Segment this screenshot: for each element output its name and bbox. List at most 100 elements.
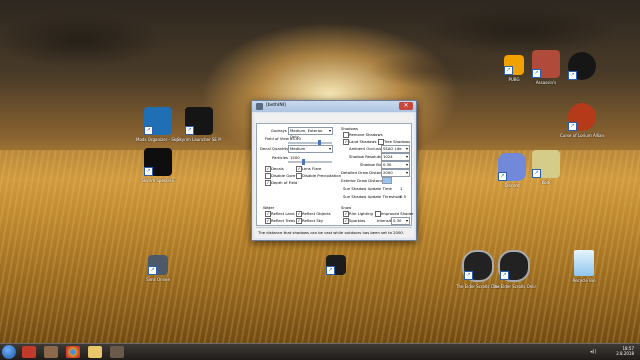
shortcut-arrow-icon: ↗	[532, 169, 541, 178]
desktop-icon-sims[interactable]: ↗ Sims Online	[136, 255, 180, 282]
clock-date: 2.8.2018	[616, 351, 634, 356]
disable-precipitation-label: Disable Precipitation	[302, 173, 342, 178]
app-icon	[256, 103, 263, 110]
tab-strip: SetupBasicGeneralGameplayInterfaceDetail…	[256, 115, 414, 151]
shortcut-arrow-icon: ↗	[498, 172, 507, 181]
game-icon: ↗	[326, 255, 346, 275]
discord-icon: ↗	[498, 153, 526, 181]
shadow-resolution-label: Shadow Resolution	[349, 154, 386, 159]
shortcut-arrow-icon: ↗	[568, 122, 577, 131]
shortcut-arrow-icon: ↗	[464, 271, 473, 280]
taskbar-app-bethini[interactable]	[110, 346, 124, 358]
depth-of-field-label: Depth of Field	[271, 180, 298, 185]
godrays-label: Godrays	[271, 128, 287, 133]
desktop-icon-game[interactable]: ↗	[314, 255, 358, 277]
desktop-icon-skyrim-launcher[interactable]: ↗ Skyrim Launcher SE Mods	[177, 107, 221, 142]
desktop-icon-label: Mods Organizer - Skyrim	[136, 137, 180, 142]
desktop-icon-kodi[interactable]: ↗ Kodi	[524, 150, 568, 185]
lens-flare-label: Lens Flare	[302, 166, 322, 171]
fov-slider[interactable]	[288, 140, 332, 146]
decal-label: Decal Quantity	[260, 146, 289, 151]
reflect-sky-label: Reflect Sky	[302, 218, 324, 223]
improved-shader-label: Improved Shader	[381, 211, 414, 216]
desktop-icon-mod-organizer[interactable]: ↗ Mods Organizer - Skyrim	[136, 107, 180, 142]
desktop-icon-recycle-bin[interactable]: Recycle Bin	[562, 250, 606, 283]
particles-value: 1500	[290, 155, 300, 160]
rim-lighting-label: Rim Lighting	[349, 211, 373, 216]
wolf-icon: ↗	[568, 52, 596, 80]
assassins-icon: ↗	[532, 50, 560, 78]
shortcut-arrow-icon: ↗	[568, 71, 577, 80]
eso-icon: ↗	[462, 250, 494, 282]
window-title: [bethINI]	[266, 103, 286, 108]
decal-select[interactable]: Medium	[288, 145, 333, 153]
shadow-resolution-select[interactable]: 1024	[381, 153, 410, 161]
particles-label: Particles	[272, 155, 289, 160]
ambient-occlusion-select[interactable]: SSAO Lite	[381, 145, 410, 153]
shortcut-arrow-icon: ↗	[500, 271, 509, 280]
window-body: SetupBasicGeneralGameplayInterfaceDetail…	[254, 113, 414, 238]
desktop-icon-label: Skyrim Special E	[141, 178, 175, 183]
godrays-select[interactable]: Medium, Exterior Only	[288, 127, 333, 139]
desktop-icon-label: Recycle Bin	[572, 278, 596, 283]
sims-icon: ↗	[148, 255, 168, 275]
shortcut-arrow-icon: ↗	[148, 266, 157, 275]
clock[interactable]: 18:57 2.8.2018	[616, 346, 634, 356]
pubg-icon: ↗	[504, 55, 524, 75]
shortcut-arrow-icon: ↗	[532, 69, 541, 78]
desktop-icon-wolf[interactable]: ↗	[560, 52, 604, 82]
shortcut-arrow-icon: ↗	[185, 126, 194, 135]
detailed-draw-distance-label: Detailed Draw Distance	[341, 170, 386, 175]
window-titlebar[interactable]: [bethINI] ✕	[252, 101, 416, 112]
particles-slider[interactable]	[288, 159, 332, 165]
close-button[interactable]: ✕	[399, 102, 413, 110]
land-shadows-label: Land Shadows	[349, 139, 377, 144]
ambient-occlusion-label: Ambient Occlusion	[349, 146, 385, 151]
desktop-icon-label: Sims Online	[146, 277, 170, 282]
desktop: ↗ Mods Organizer - Skyrim ↗ Skyrim Launc…	[0, 0, 640, 344]
snow-group-title: Snow	[341, 205, 352, 210]
eso-icon: ↗	[498, 250, 530, 282]
start-button[interactable]	[2, 345, 16, 359]
fov-label: Field of View	[265, 136, 289, 141]
taskbar-app-2[interactable]	[44, 346, 58, 358]
recycle-bin-icon	[574, 250, 594, 276]
exterior-draw-distance-field[interactable]	[382, 177, 392, 184]
desktop-icon-label: Kodi	[541, 180, 551, 185]
shortcut-arrow-icon: ↗	[326, 266, 335, 275]
chrome-icon[interactable]	[66, 346, 80, 358]
skyrim-launcher-icon: ↗	[185, 107, 213, 135]
desktop-icon-eso-2[interactable]: ↗ The Elder Scrolls Online	[492, 250, 536, 289]
remove-shadows-label: Remove Shadows	[349, 132, 383, 137]
shadow-bias-select[interactable]: 0.30	[381, 161, 410, 169]
sparkles-label: Sparkles	[349, 218, 366, 223]
explorer-icon[interactable]	[88, 346, 102, 358]
sun-shadow-update-threshold-value[interactable]: 0.5	[400, 194, 406, 199]
sun-shadow-update-time-label: Sun Shadow Update Time	[343, 186, 392, 191]
desktop-icon-skyrim-se[interactable]: ↗ Skyrim Special E	[136, 148, 180, 183]
shortcut-arrow-icon: ↗	[144, 167, 153, 176]
sun-shadow-update-time-value[interactable]: 1	[400, 186, 402, 191]
detail-panel: Godrays Medium, Exterior Only Field of V…	[256, 123, 414, 226]
disable-gore-label: Disable Gore	[271, 173, 296, 178]
sun-shadow-update-threshold-label: Sun Shadow Update Threshold	[343, 194, 402, 199]
particles-slider-knob[interactable]	[302, 159, 305, 165]
reflect-trees-label: Reflect Trees	[271, 218, 296, 223]
detailed-draw-distance-select[interactable]: 2000	[381, 169, 410, 177]
fov-value: 85.00	[290, 136, 301, 141]
mod-organizer-icon: ↗	[144, 107, 172, 135]
taskbar: ◂)) 18:57 2.8.2018	[0, 343, 640, 360]
exterior-draw-distance-label: Exterior Draw Distance	[341, 178, 385, 183]
desktop-icon-curse[interactable]: ↗ Curse of Lorium Alliance	[560, 103, 604, 138]
volume-icon[interactable]: ◂))	[590, 349, 596, 355]
reflect-objects-label: Reflect Objects	[302, 211, 331, 216]
kodi-icon: ↗	[532, 150, 560, 178]
taskbar-app-1[interactable]	[22, 346, 36, 358]
reflect-land-label: Reflect Land	[271, 211, 295, 216]
decals-label: Decals	[271, 166, 284, 171]
tree-shadows-label: Tree Shadows	[384, 139, 411, 144]
bethini-window: [bethINI] ✕ SetupBasicGeneralGameplayInt…	[251, 100, 417, 241]
desktop-icon-label: Skyrim Launcher SE Mods	[177, 137, 221, 142]
water-group-title: Water	[263, 205, 275, 210]
intensity-select[interactable]: 0.30	[391, 217, 410, 225]
